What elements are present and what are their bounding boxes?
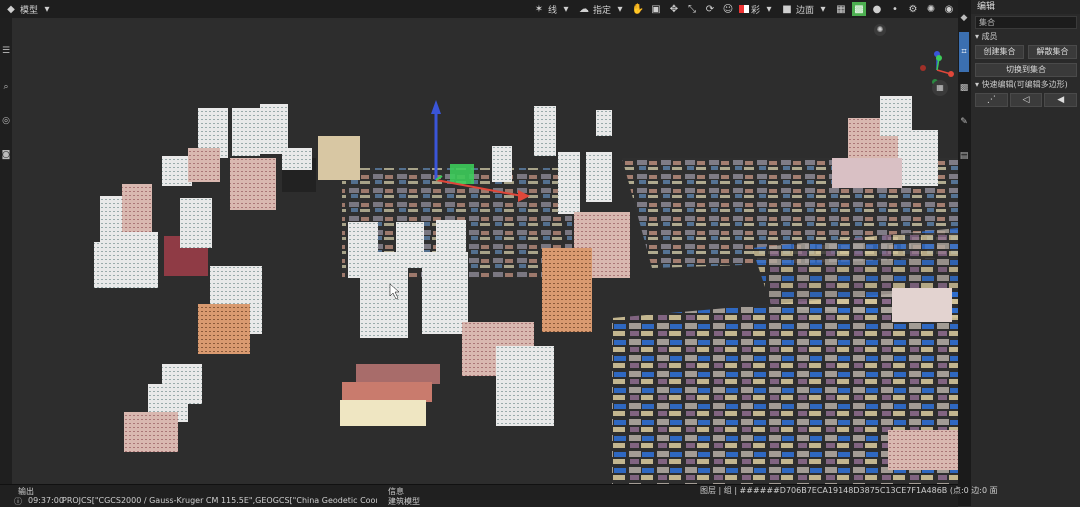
dot-icon[interactable]: •	[888, 2, 902, 16]
dissolve-set-button[interactable]: 解散集合	[1028, 45, 1077, 59]
chevron-down-icon: ▾	[563, 3, 569, 15]
log-time: 09:37:00	[28, 496, 64, 505]
edge-tool[interactable]: 边面 ▾	[796, 0, 832, 18]
wrench-icon[interactable]: ✎	[959, 116, 969, 128]
edit-tab-icon[interactable]: ⌗	[959, 32, 969, 72]
camera-icon[interactable]: ◙	[1, 150, 11, 160]
checker-icon[interactable]: ▩	[852, 2, 866, 16]
create-set-button[interactable]: 创建集合	[975, 45, 1024, 59]
switch-set-button[interactable]: 切换到集合	[975, 63, 1077, 77]
shade-icon[interactable]: ☁	[577, 2, 591, 16]
search-icon[interactable]: ⌕	[1, 82, 11, 92]
view-sun-icon[interactable]: ✺	[874, 24, 886, 36]
set-dropdown[interactable]: 集合	[975, 16, 1077, 29]
chevron-down-icon[interactable]: ▾	[762, 2, 776, 16]
face-mode-icon[interactable]: ◀	[1044, 93, 1078, 107]
chevron-down-icon: ▾	[617, 3, 623, 15]
color-label: 彩	[750, 5, 760, 16]
panel-tab-strip: ◆ ⌗ ▩ ✎ ▤	[958, 0, 970, 506]
wire-icon: ✶	[534, 3, 544, 15]
cube-icon: ◆	[7, 3, 15, 15]
chevron-down-icon: ▾	[44, 3, 50, 15]
rotate-icon[interactable]: ⟳	[703, 2, 717, 16]
3d-viewport[interactable]: ✺ ▦	[12, 18, 958, 484]
edit-panel: 编辑 集合 ▾ 成员 创建集合 解散集合 切换到集合 ▾ 快速编辑(可编辑多边形…	[970, 0, 1080, 506]
flag-icon	[738, 5, 749, 13]
panel-title: 编辑	[971, 0, 1080, 14]
edge-label: 边面	[795, 5, 814, 16]
gear-icon[interactable]: ⚙	[906, 2, 920, 16]
sphere-icon[interactable]: ●	[870, 2, 884, 16]
top-toolbar: ◆ 模型 ▾ ✶ 线 ▾ ☁ 指定 ▾ ✋ ▣ ✥ ⤡ ⟳ ☺ 彩 ▾ ■ 边面…	[0, 0, 958, 18]
grid-icon[interactable]: ▦	[834, 2, 848, 16]
hand-icon[interactable]: ✋	[631, 2, 645, 16]
select-icon[interactable]: ▣	[649, 2, 663, 16]
set-buttons: 创建集合 解散集合	[971, 43, 1080, 61]
move-icon[interactable]: ✥	[667, 2, 681, 16]
log-text: PROJCS["CGCS2000 / Gauss-Kruger CM 115.5…	[62, 496, 377, 505]
scale-icon[interactable]: ⤡	[685, 2, 699, 16]
city-scene	[12, 18, 958, 484]
mode-selector[interactable]: ◆ 模型 ▾	[2, 0, 56, 18]
chevron-down-icon: ▾	[820, 3, 826, 15]
zoom-icon[interactable]: ◎	[1, 116, 11, 126]
face-icon[interactable]: ☺	[721, 2, 735, 16]
camera-icon[interactable]: ◉	[942, 2, 956, 16]
book-icon[interactable]: ▤	[959, 150, 969, 162]
members-label: 成员	[981, 32, 998, 41]
mode-label: 模型	[20, 5, 39, 16]
checker-icon[interactable]: ▩	[959, 82, 969, 94]
left-toolbar: ☰ ⌕ ◎ ◙	[0, 18, 12, 484]
specify-tool[interactable]: 指定 ▾	[593, 0, 629, 18]
square-icon[interactable]: ■	[780, 2, 794, 16]
line-label: 线	[547, 5, 557, 16]
switch-row: 切换到集合	[971, 61, 1080, 79]
quick-edit-section[interactable]: ▾ 快速编辑(可编辑多边形)	[971, 79, 1080, 91]
info-text: 建筑模型	[388, 497, 420, 506]
line-tool[interactable]: ✶ 线 ▾	[530, 0, 575, 18]
color-tool[interactable]: 彩	[737, 0, 760, 18]
object-icon[interactable]: ◆	[959, 12, 969, 24]
info-icon: ⓘ	[14, 497, 22, 506]
list-icon[interactable]: ☰	[1, 46, 11, 56]
light-icon[interactable]: ✺	[924, 2, 938, 16]
edge-mode-icon[interactable]: ◁	[1009, 93, 1043, 107]
quick-edit-label: 快速编辑(可编辑多边形)	[981, 80, 1068, 89]
specify-label: 指定	[592, 5, 611, 16]
members-section[interactable]: ▾ 成员	[971, 31, 1080, 43]
perspective-icon[interactable]: ▦	[932, 80, 948, 96]
quick-edit-buttons: ⋰ ◁ ◀	[971, 91, 1080, 109]
status-bar: 图层 | 组 | ######D706B7ECA19148D3875C13CE7…	[700, 486, 998, 495]
vertex-mode-icon[interactable]: ⋰	[975, 93, 1008, 107]
